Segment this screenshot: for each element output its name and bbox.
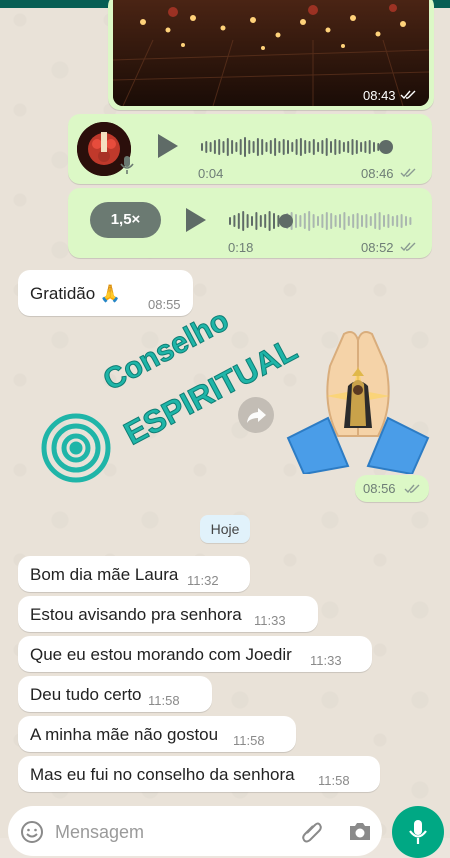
voice-duration-1: 0:04	[198, 166, 224, 181]
message-text: Deu tudo certo	[30, 685, 142, 704]
incoming-message-bubble[interactable]: Deu tudo certo 11:58	[18, 676, 212, 712]
message-time: 08:55	[148, 297, 181, 312]
incoming-message-bubble[interactable]: Gratidão 🙏 08:55	[18, 270, 193, 316]
voice-duration-2: 0:18	[228, 240, 254, 255]
play-button-1[interactable]	[158, 134, 178, 158]
playback-speed-button[interactable]: 1,5×	[90, 202, 161, 238]
sticker-time-bubble: 08:56	[355, 475, 429, 502]
voice-record-button[interactable]	[392, 806, 444, 858]
praying-hands-sticker[interactable]	[286, 326, 430, 474]
emoji-icon[interactable]	[20, 820, 44, 844]
read-receipt-icon	[400, 242, 416, 252]
waveform-1[interactable]	[198, 132, 418, 162]
message-input[interactable]: Mensagem	[55, 822, 144, 843]
camera-icon[interactable]	[348, 820, 372, 842]
message-text: Gratidão 🙏	[30, 284, 122, 303]
mic-icon	[409, 820, 427, 844]
message-time: 11:33	[254, 613, 286, 628]
image-message-time: 08:43	[363, 88, 396, 103]
sticker-time: 08:56	[363, 481, 396, 496]
message-text: Estou avisando pra senhora	[30, 605, 242, 624]
voice-time-2: 08:52	[361, 240, 394, 255]
mic-icon	[120, 156, 134, 174]
incoming-message-bubble[interactable]: Bom dia mãe Laura 11:32	[18, 556, 250, 592]
message-text: Bom dia mãe Laura	[30, 565, 179, 584]
waveform-2[interactable]	[226, 206, 416, 236]
read-receipt-icon	[400, 90, 416, 100]
play-button-2[interactable]	[186, 208, 206, 232]
message-text: A minha mãe não gostou	[30, 725, 219, 744]
message-time: 11:33	[310, 653, 342, 668]
message-text: Mas eu fui no conselho da senhora	[30, 765, 295, 784]
message-composer[interactable]: Mensagem	[8, 806, 382, 856]
incoming-message-bubble[interactable]: Mas eu fui no conselho da senhora 11:58	[18, 756, 380, 792]
message-text: Que eu estou morando com Joedir	[30, 645, 292, 664]
message-time: 11:58	[318, 773, 350, 788]
incoming-message-bubble[interactable]: Estou avisando pra senhora 11:33	[18, 596, 318, 632]
incoming-message-bubble[interactable]: Que eu estou morando com Joedir 11:33	[18, 636, 372, 672]
voice-time-1: 08:46	[361, 166, 394, 181]
forward-icon	[247, 408, 266, 423]
incoming-message-bubble[interactable]: A minha mãe não gostou 11:58	[18, 716, 296, 752]
message-time: 11:32	[187, 573, 219, 588]
message-time: 11:58	[148, 693, 180, 708]
read-receipt-icon	[400, 168, 416, 178]
read-receipt-icon	[404, 484, 420, 494]
date-divider: Hoje	[200, 515, 250, 543]
message-time: 11:58	[233, 733, 265, 748]
attach-icon[interactable]	[300, 819, 324, 843]
forward-button[interactable]	[238, 397, 274, 433]
